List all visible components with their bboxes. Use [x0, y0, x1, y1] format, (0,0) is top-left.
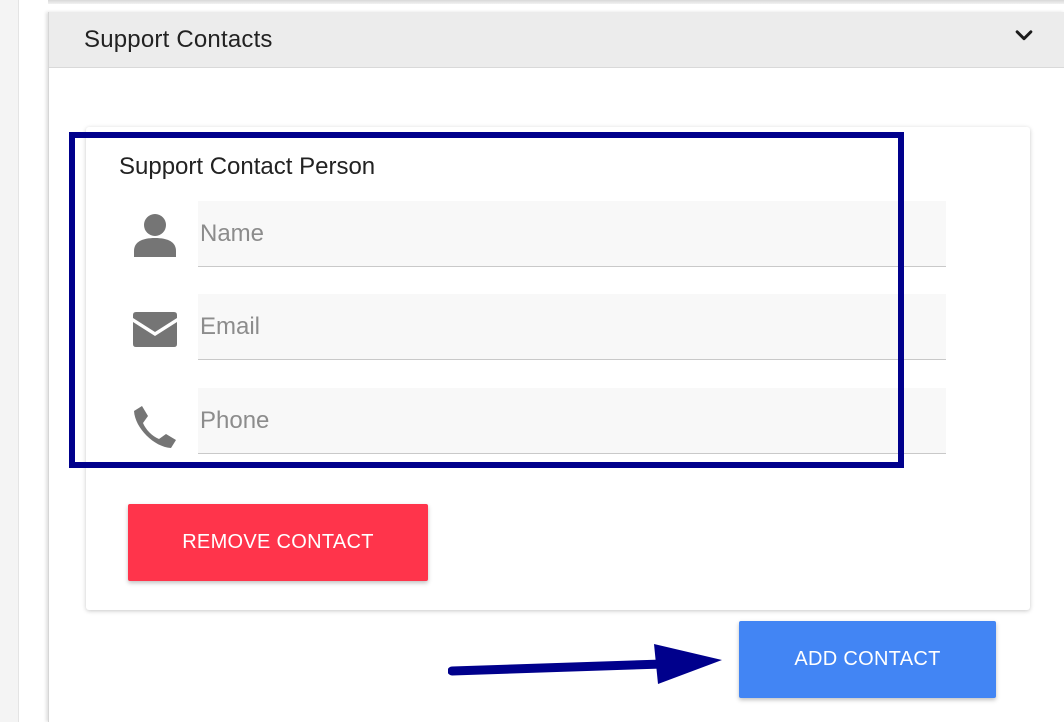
section-title: Support Contacts [84, 26, 273, 53]
email-field-row [86, 294, 1030, 360]
previous-panel-edge [48, 0, 1064, 4]
remove-contact-button[interactable]: REMOVE CONTACT [128, 504, 428, 581]
left-rail [0, 0, 19, 722]
contact-card-title: Support Contact Person [119, 153, 376, 180]
contact-card: Support Contact Person REMOVE CONTACT [86, 127, 1030, 610]
user-icon [134, 214, 176, 257]
annotation-arrow-icon [448, 644, 722, 684]
name-field-row [86, 201, 1030, 267]
phone-input[interactable] [198, 388, 946, 454]
name-input[interactable] [198, 201, 946, 267]
phone-icon [134, 406, 176, 448]
envelope-icon [133, 312, 177, 347]
chevron-down-icon[interactable] [1013, 24, 1035, 46]
support-contacts-header[interactable]: Support Contacts [49, 12, 1064, 68]
support-contacts-panel: Support Contacts Support Contact Person [48, 12, 1064, 722]
add-contact-button[interactable]: ADD CONTACT [739, 621, 996, 698]
email-input[interactable] [198, 294, 946, 360]
phone-field-row [86, 388, 1030, 454]
